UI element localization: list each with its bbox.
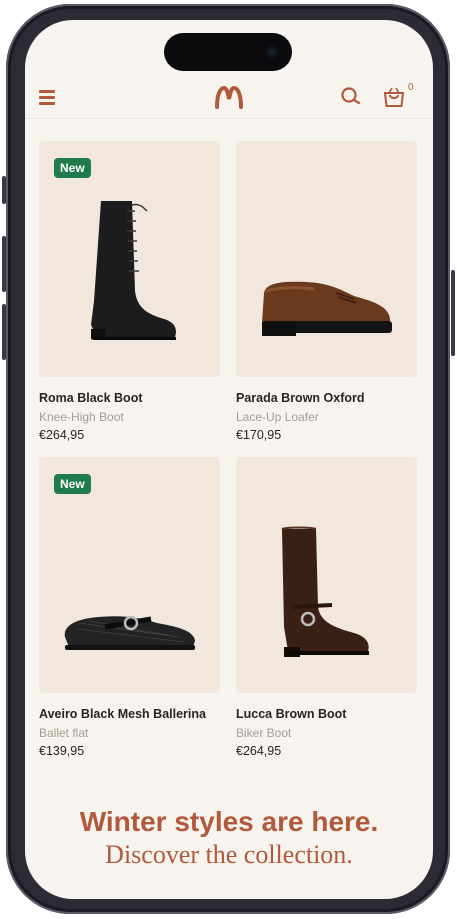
promo-headline: Winter styles are here. [79, 806, 379, 837]
search-icon[interactable] [340, 86, 362, 108]
product-type: Biker Boot [236, 726, 292, 740]
product-image[interactable] [236, 457, 417, 693]
product-type: Ballet flat [39, 726, 89, 740]
product-type: Lace-Up Loafer [236, 410, 319, 424]
new-badge: New [54, 158, 91, 178]
brand-logo-icon[interactable] [214, 85, 244, 109]
product-card[interactable]: New Roma Black Boot Knee-High Boot €264,… [39, 141, 220, 442]
product-image[interactable]: New [39, 457, 220, 693]
product-card[interactable]: Lucca Brown Boot Biker Boot €264,95 [236, 457, 417, 758]
product-price: €264,95 [39, 428, 85, 442]
product-name[interactable]: Roma Black Boot [39, 391, 220, 405]
camera-icon [266, 46, 278, 58]
biker-boot-image [281, 526, 369, 657]
shopping-bag-icon[interactable] [382, 86, 406, 108]
action-button [2, 176, 6, 204]
screen: 0 New Roma Black Boot Knee-High Boot €26… [25, 20, 433, 899]
header-divider [25, 118, 433, 119]
hamburger-menu-icon[interactable] [39, 90, 55, 105]
product-card[interactable]: Parada Brown Oxford Lace-Up Loafer €170,… [236, 141, 417, 442]
product-image[interactable]: New [39, 141, 220, 377]
product-type: Knee-High Boot [39, 410, 124, 424]
product-name[interactable]: Aveiro Black Mesh Ballerina [39, 707, 220, 721]
product-price: €264,95 [236, 744, 282, 758]
promo-link[interactable]: Discover the collection. [25, 840, 433, 870]
new-badge: New [54, 474, 91, 494]
app-header: 0 [25, 78, 433, 118]
product-name[interactable]: Lucca Brown Boot [236, 707, 417, 721]
volume-up-button [2, 236, 6, 292]
brown-oxford-image [262, 281, 392, 336]
product-name[interactable]: Parada Brown Oxford [236, 391, 417, 405]
product-price: €170,95 [236, 428, 282, 442]
cart-count-badge: 0 [408, 82, 414, 93]
power-button [451, 270, 455, 356]
product-card[interactable]: New Aveiro Black Mesh Ballerina Ballet f… [39, 457, 220, 758]
product-price: €139,95 [39, 744, 85, 758]
product-image[interactable] [236, 141, 417, 377]
dynamic-island [164, 33, 292, 71]
volume-down-button [2, 304, 6, 360]
